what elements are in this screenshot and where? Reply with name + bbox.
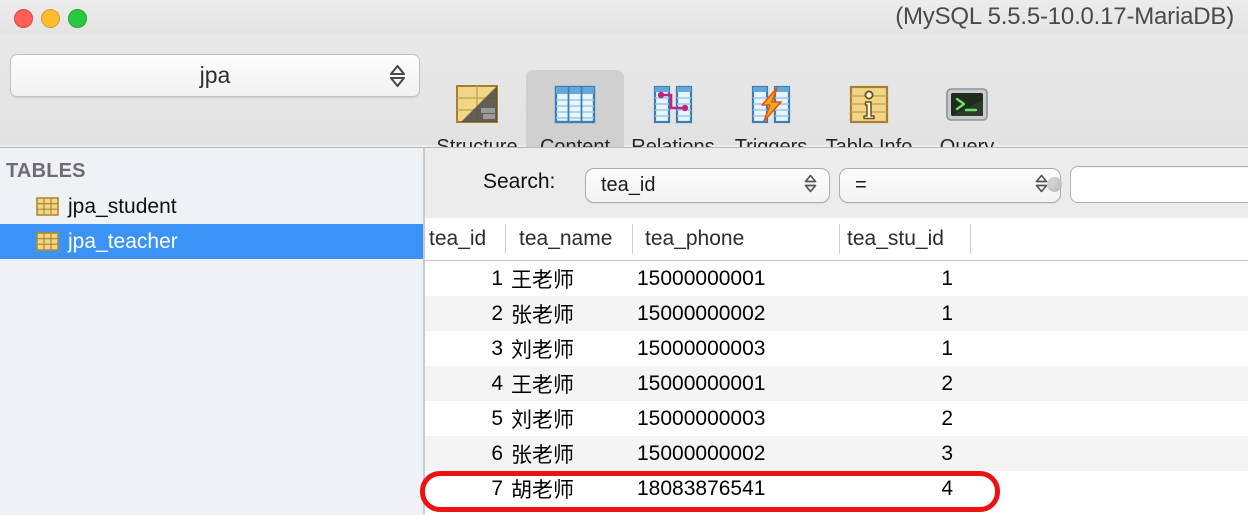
database-select-value: jpa [199, 62, 231, 88]
title-bar: (MySQL 5.5.5-10.0.17-MariaDB) [0, 0, 1248, 34]
close-button[interactable] [14, 9, 33, 28]
cell-tea-phone: 15000000002 [637, 301, 766, 325]
cell-tea-stu-id: 1 [941, 301, 953, 325]
cell-tea-phone: 15000000001 [637, 266, 766, 290]
cell-tea-stu-id: 2 [941, 371, 953, 395]
cell-tea-id: 6 [491, 441, 503, 465]
chevron-updown-icon [1035, 173, 1048, 198]
table-icon [36, 197, 59, 216]
cell-tea-name: 张老师 [511, 303, 574, 327]
minimize-button[interactable] [41, 9, 60, 28]
search-status-indicator [1047, 177, 1062, 192]
table-row[interactable]: 4 王老师 15000000001 2 [425, 366, 1248, 401]
cell-tea-stu-id: 3 [941, 441, 953, 465]
cell-tea-phone: 18083876541 [637, 476, 766, 500]
cell-tea-phone: 15000000002 [637, 441, 766, 465]
column-divider[interactable] [505, 224, 506, 254]
cell-tea-id: 3 [491, 336, 503, 360]
cell-tea-id: 4 [491, 371, 503, 395]
cell-tea-id: 7 [491, 476, 503, 500]
zoom-button[interactable] [68, 9, 87, 28]
cell-tea-name: 刘老师 [511, 408, 574, 432]
cell-tea-phone: 15000000001 [637, 371, 766, 395]
table-icon [36, 232, 59, 251]
sidebar-item-label: jpa_teacher [68, 229, 178, 253]
chevron-updown-icon [804, 173, 817, 198]
results-grid: tea_id tea_name tea_phone tea_stu_id 1 王… [425, 218, 1248, 515]
search-field-value: tea_id [601, 174, 656, 196]
toolbar: jpa Select Database [0, 34, 1248, 171]
triggers-icon [745, 78, 797, 130]
window-title: (MySQL 5.5.5-10.0.17-MariaDB) [895, 3, 1234, 30]
relations-icon [647, 78, 699, 130]
cell-tea-name: 张老师 [511, 443, 574, 467]
search-operator-value: = [855, 174, 867, 196]
cell-tea-name: 刘老师 [511, 338, 574, 362]
query-terminal-icon [941, 78, 993, 130]
table-info-icon [843, 78, 895, 130]
table-row[interactable]: 3 刘老师 15000000003 1 [425, 331, 1248, 366]
table-row[interactable]: 1 王老师 15000000001 1 [425, 261, 1248, 296]
cell-tea-id: 5 [491, 406, 503, 430]
sidebar-item-jpa-teacher[interactable]: jpa_teacher [0, 224, 423, 259]
table-row[interactable]: 7 胡老师 18083876541 4 [425, 471, 1248, 506]
column-header-tea-stu-id[interactable]: tea_stu_id [839, 218, 969, 260]
cell-tea-id: 1 [491, 266, 503, 290]
cell-tea-stu-id: 1 [941, 336, 953, 360]
column-header-tea-phone[interactable]: tea_phone [637, 218, 837, 260]
search-bar: Search: tea_id = [425, 148, 1248, 218]
sidebar-item-label: jpa_student [68, 194, 177, 218]
column-divider[interactable] [970, 224, 971, 254]
cell-tea-stu-id: 4 [941, 476, 953, 500]
search-field-select[interactable]: tea_id [585, 168, 830, 203]
cell-tea-stu-id: 2 [941, 406, 953, 430]
sequel-pro-window: (MySQL 5.5.5-10.0.17-MariaDB) jpa Select… [0, 0, 1248, 515]
sidebar-header: TABLES [6, 160, 86, 182]
cell-tea-name: 胡老师 [511, 478, 574, 502]
grid-header-row: tea_id tea_name tea_phone tea_stu_id [425, 218, 1248, 261]
chevron-updown-icon [389, 64, 406, 88]
table-row[interactable]: 5 刘老师 15000000003 2 [425, 401, 1248, 436]
search-label: Search: [483, 170, 556, 193]
column-header-tea-id[interactable]: tea_id [425, 218, 503, 260]
cell-tea-phone: 15000000003 [637, 406, 766, 430]
column-divider[interactable] [632, 224, 633, 254]
structure-icon [451, 78, 503, 130]
cell-tea-name: 王老师 [511, 373, 574, 397]
content-pane: Search: tea_id = tea_id tea_name tea_pho… [425, 147, 1248, 515]
database-select[interactable]: jpa [10, 54, 420, 97]
cell-tea-phone: 15000000003 [637, 336, 766, 360]
tables-sidebar: TABLES jpa_student jpa_teacher [0, 147, 423, 515]
cell-tea-stu-id: 1 [941, 266, 953, 290]
search-operator-select[interactable]: = [839, 168, 1061, 203]
cell-tea-id: 2 [491, 301, 503, 325]
sidebar-item-jpa-student[interactable]: jpa_student [0, 189, 423, 224]
table-row[interactable]: 6 张老师 15000000002 3 [425, 436, 1248, 471]
cell-tea-name: 王老师 [511, 268, 574, 292]
column-header-tea-name[interactable]: tea_name [511, 218, 651, 260]
content-table-icon [549, 78, 601, 130]
table-row[interactable]: 2 张老师 15000000002 1 [425, 296, 1248, 331]
window-controls [14, 9, 87, 28]
search-value-input[interactable] [1070, 166, 1248, 203]
